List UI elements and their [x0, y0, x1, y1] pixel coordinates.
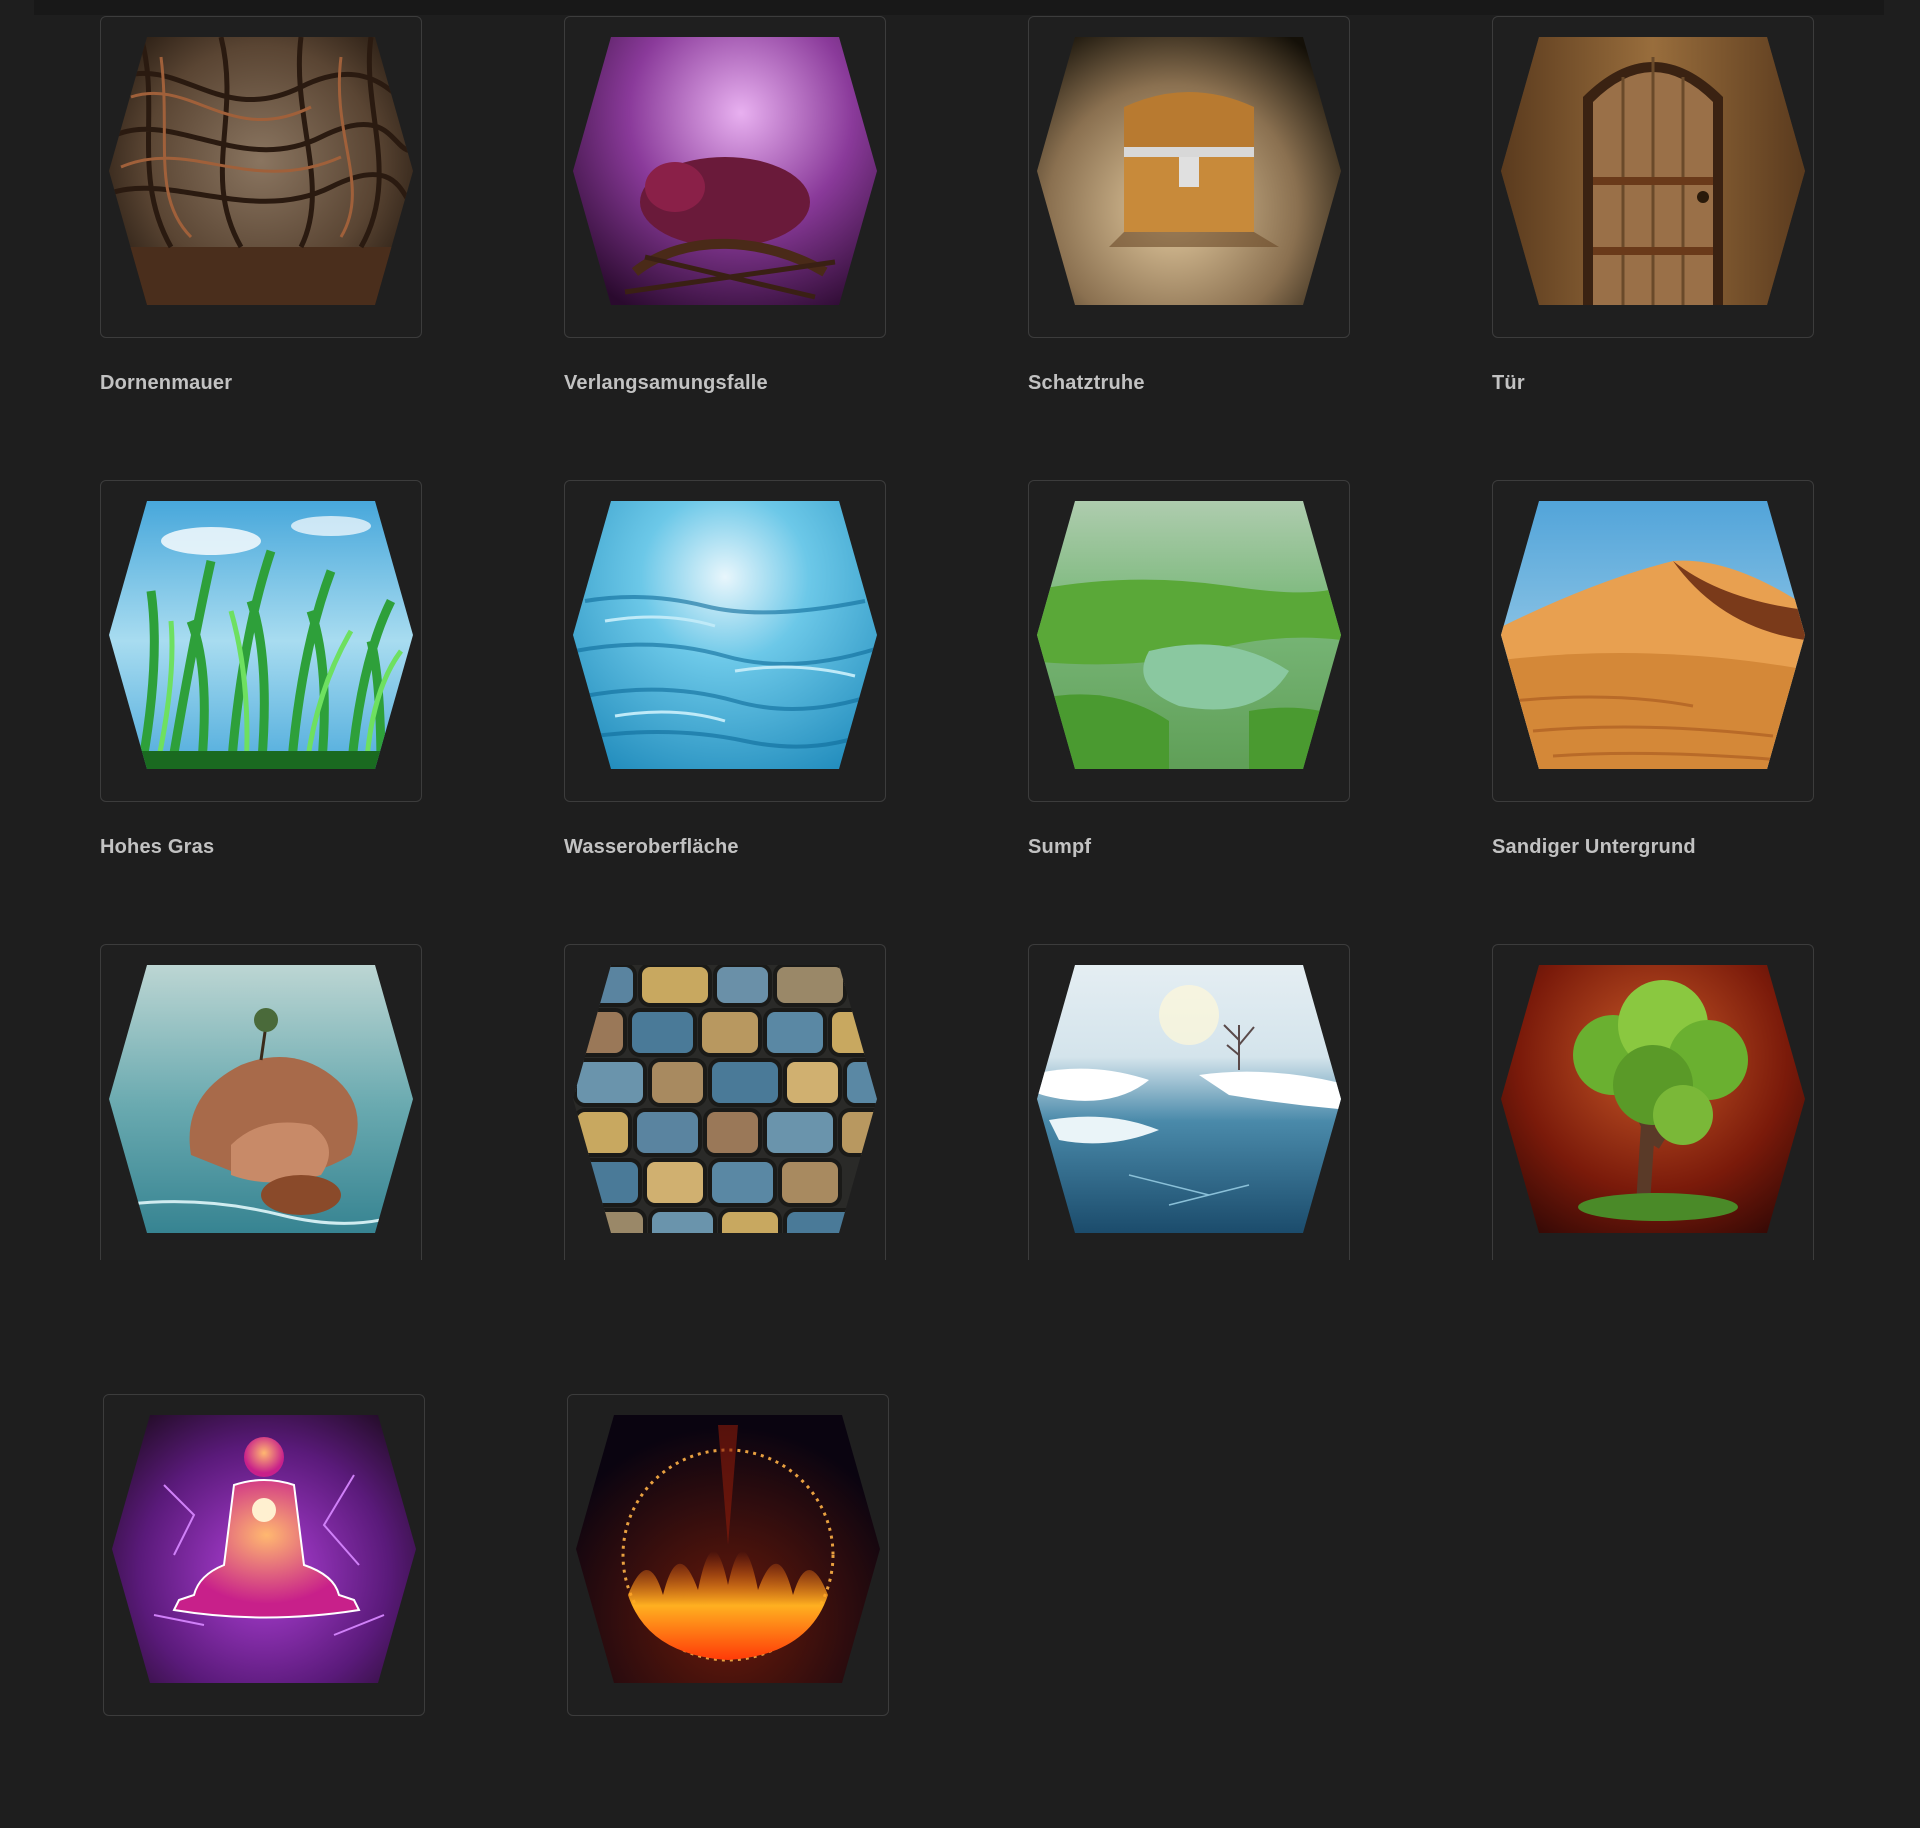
tile-label: Sumpf — [1028, 836, 1092, 858]
tall-grass-icon — [109, 501, 413, 769]
tile-tuer[interactable] — [1492, 16, 1814, 338]
stone-floor-icon — [573, 965, 877, 1233]
tile-hohes-gras[interactable] — [100, 480, 422, 802]
tile-fels-im-wasser[interactable] — [100, 944, 422, 1260]
tile-label: Schatztruhe — [1028, 372, 1145, 394]
tile-subtext — [100, 397, 190, 403]
tile-baum[interactable] — [1492, 944, 1814, 1260]
tile-label: Verlangsamungsfalle — [564, 372, 768, 394]
fire-ring-icon — [576, 1415, 880, 1683]
tile-subtext — [564, 397, 654, 403]
frozen-lake-icon — [1037, 965, 1341, 1233]
tile-label: Tür — [1492, 372, 1525, 394]
tile-gefrorener-see[interactable] — [1028, 944, 1350, 1260]
tile-subtext — [1492, 861, 1582, 867]
swamp-icon — [1037, 501, 1341, 769]
tree-icon — [1501, 965, 1805, 1233]
water-surface-icon — [573, 501, 877, 769]
tile-meditation[interactable] — [103, 1394, 425, 1716]
sandy-ground-icon — [1501, 501, 1805, 769]
door-icon — [1501, 37, 1805, 305]
tile-label: Sandiger Untergrund — [1492, 836, 1696, 858]
tile-sumpf[interactable] — [1028, 480, 1350, 802]
tile-label: Hohes Gras — [100, 836, 215, 858]
top-toolbar-strip — [34, 0, 1884, 15]
tile-subtext — [564, 861, 654, 867]
tile-feuerring[interactable] — [567, 1394, 889, 1716]
tile-dornenmauer[interactable] — [100, 16, 422, 338]
slow-trap-icon — [573, 37, 877, 305]
tile-label: Dornenmauer — [100, 372, 233, 394]
tile-wasseroberflaeche[interactable] — [564, 480, 886, 802]
meditation-icon — [112, 1415, 416, 1683]
tile-schatztruhe[interactable] — [1028, 16, 1350, 338]
treasure-chest-icon — [1037, 37, 1341, 305]
tile-label: Wasseroberfläche — [564, 836, 739, 858]
thorn-wall-icon — [109, 37, 413, 305]
rock-in-water-icon — [109, 965, 413, 1233]
tile-steinboden[interactable] — [564, 944, 886, 1260]
tile-verlangsamungsfalle[interactable] — [564, 16, 886, 338]
tile-sandiger-untergrund[interactable] — [1492, 480, 1814, 802]
